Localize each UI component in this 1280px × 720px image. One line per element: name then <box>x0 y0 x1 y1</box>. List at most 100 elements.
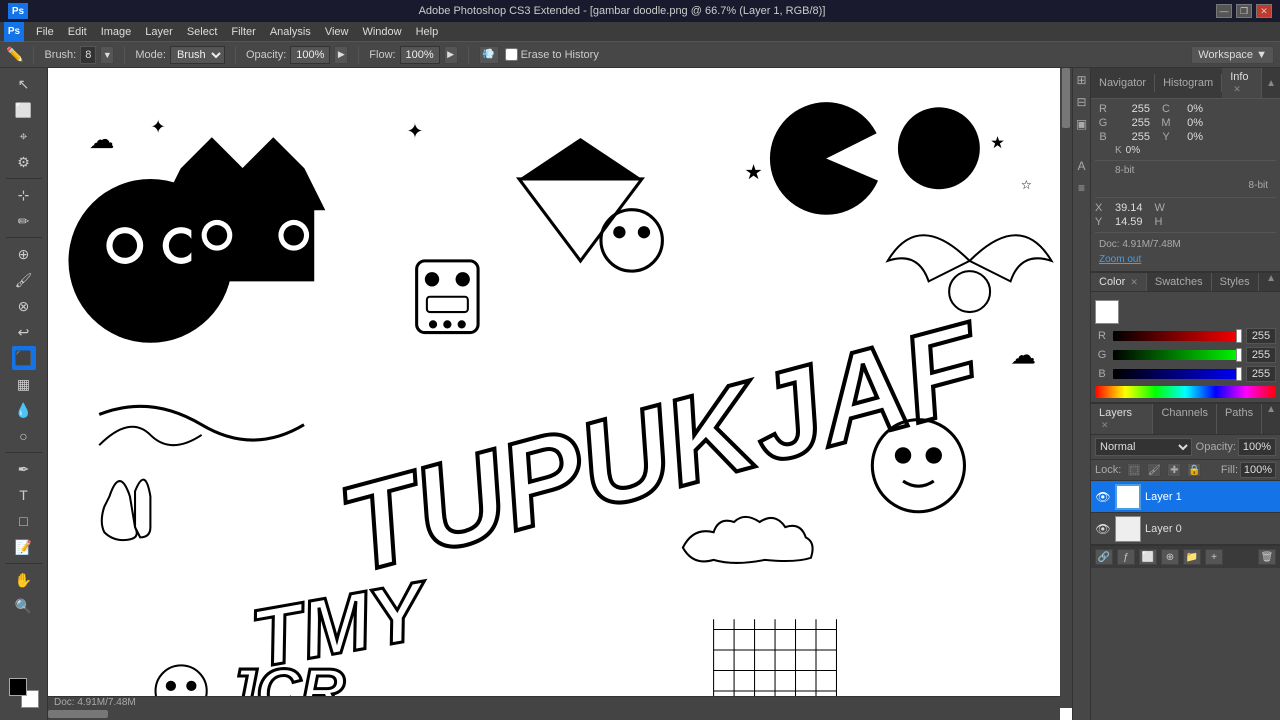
eraser-tool[interactable]: ⬛ <box>12 346 36 370</box>
brush-dropdown-arrow[interactable]: ▼ <box>100 46 114 64</box>
info-tab-close[interactable]: ✕ <box>1233 84 1241 94</box>
layers-panel-collapse[interactable]: ▲ <box>1262 404 1280 434</box>
blur-tool[interactable]: 💧 <box>12 398 36 422</box>
tab-layers[interactable]: Layers ✕ <box>1091 404 1153 434</box>
zoom-tool[interactable]: 🔍 <box>12 594 36 618</box>
maximize-button[interactable]: ❐ <box>1236 4 1252 18</box>
panel-toggle-1[interactable]: ⊞ <box>1074 72 1090 88</box>
clone-stamp-tool[interactable]: ⊗ <box>12 294 36 318</box>
r-slider-value[interactable]: 255 <box>1246 328 1276 344</box>
menu-file[interactable]: File <box>30 24 60 40</box>
shape-tool[interactable]: □ <box>12 509 36 533</box>
menu-select[interactable]: Select <box>181 24 224 40</box>
r-slider-thumb[interactable] <box>1236 329 1242 343</box>
menu-help[interactable]: Help <box>410 24 445 40</box>
tab-navigator[interactable]: Navigator <box>1091 74 1155 92</box>
g-slider-thumb[interactable] <box>1236 348 1242 362</box>
pen-tool[interactable]: ✒ <box>12 457 36 481</box>
tab-histogram[interactable]: Histogram <box>1155 74 1222 92</box>
b-slider-value[interactable]: 255 <box>1246 366 1276 382</box>
panel-toggle-3[interactable]: ▣ <box>1074 116 1090 132</box>
quick-select-tool[interactable]: ⚙ <box>12 150 36 174</box>
lock-move-icon[interactable]: ✚ <box>1167 463 1181 477</box>
tab-channels[interactable]: Channels <box>1153 404 1216 434</box>
workspace-selector[interactable]: Workspace ▼ <box>1191 46 1274 64</box>
opacity-input[interactable]: 100% <box>290 46 330 64</box>
g-slider-label: G <box>1095 349 1109 361</box>
brush-tool[interactable]: 🖌 <box>12 268 36 292</box>
tab-swatches[interactable]: Swatches <box>1147 273 1212 291</box>
layer-1-visibility[interactable]: 👁 <box>1095 489 1111 505</box>
layer-item-0[interactable]: 👁 Layer 0 <box>1091 513 1280 545</box>
nav-panel-collapse[interactable]: ▲ <box>1262 78 1280 89</box>
opacity-arrow[interactable]: ▶ <box>334 46 348 64</box>
healing-brush-tool[interactable]: ⊕ <box>12 242 36 266</box>
menu-analysis[interactable]: Analysis <box>264 24 317 40</box>
tab-paths[interactable]: Paths <box>1217 404 1262 434</box>
tab-color[interactable]: Color ✕ <box>1091 273 1147 291</box>
hand-tool[interactable]: ✋ <box>12 568 36 592</box>
airbrush-icon[interactable]: 💨 <box>479 46 499 64</box>
panel-toggle-2[interactable]: ⊟ <box>1074 94 1090 110</box>
g-slider-bar[interactable] <box>1113 350 1242 360</box>
menu-layer[interactable]: Layer <box>139 24 179 40</box>
layer-adjustment-button[interactable]: ⊕ <box>1161 549 1179 565</box>
menu-image[interactable]: Image <box>95 24 138 40</box>
history-brush-tool[interactable]: ↩ <box>12 320 36 344</box>
text-tool[interactable]: T <box>12 483 36 507</box>
layer-link-button[interactable]: 🔗 <box>1095 549 1113 565</box>
lasso-tool[interactable]: ⌖ <box>12 124 36 148</box>
vertical-scrollbar[interactable] <box>1060 68 1072 708</box>
layer-style-button[interactable]: ƒ <box>1117 549 1135 565</box>
document-info: Doc: 4.91M/7.48M <box>1095 237 1276 252</box>
color-preview-swatch[interactable] <box>1095 300 1119 324</box>
minimize-button[interactable]: — <box>1216 4 1232 18</box>
move-tool[interactable]: ↖ <box>12 72 36 96</box>
color-tab-close[interactable]: ✕ <box>1130 277 1138 287</box>
panel-toggle-5[interactable]: ≡ <box>1074 180 1090 196</box>
lock-paint-icon[interactable]: 🖌 <box>1147 463 1161 477</box>
tab-styles[interactable]: Styles <box>1212 273 1259 291</box>
crop-tool[interactable]: ⊹ <box>12 183 36 207</box>
lock-transparent-icon[interactable]: ⬚ <box>1127 463 1141 477</box>
b-slider-thumb[interactable] <box>1236 367 1242 381</box>
flow-arrow[interactable]: ▶ <box>444 46 458 64</box>
lock-all-icon[interactable]: 🔒 <box>1187 463 1201 477</box>
blend-mode-select[interactable]: Normal <box>1095 438 1192 456</box>
g-slider-value[interactable]: 255 <box>1246 347 1276 363</box>
panel-toggle-4[interactable]: A <box>1074 158 1090 174</box>
marquee-tool[interactable]: ⬜ <box>12 98 36 122</box>
layer-mask-button[interactable]: ⬜ <box>1139 549 1157 565</box>
fill-input[interactable]: 100% <box>1240 462 1276 478</box>
notes-tool[interactable]: 📝 <box>12 535 36 559</box>
color-panel-collapse[interactable]: ▲ <box>1262 273 1280 291</box>
v-scroll-thumb[interactable] <box>1062 68 1070 128</box>
zoom-out-button[interactable]: Zoom out <box>1095 252 1276 267</box>
menu-edit[interactable]: Edit <box>62 24 93 40</box>
close-button[interactable]: ✕ <box>1256 4 1272 18</box>
dodge-tool[interactable]: ○ <box>12 424 36 448</box>
layer-delete-button[interactable]: 🗑 <box>1258 549 1276 565</box>
b-slider-bar[interactable] <box>1113 369 1242 379</box>
layer-group-button[interactable]: 📁 <box>1183 549 1201 565</box>
eyedropper-tool[interactable]: ✏ <box>12 209 36 233</box>
menu-view[interactable]: View <box>319 24 355 40</box>
horizontal-scrollbar[interactable] <box>48 708 1060 720</box>
layer-new-button[interactable]: + <box>1205 549 1223 565</box>
h-scroll-thumb[interactable] <box>48 710 108 718</box>
canvas-area[interactable]: ★ ★ ☆ ★ ☆ ★ ★ ☆ ★ TUPUKJAF TMY JCR <box>48 68 1072 720</box>
menu-filter[interactable]: Filter <box>225 24 261 40</box>
layer-item-1[interactable]: 👁 Layer 1 <box>1091 481 1280 513</box>
r-slider-bar[interactable] <box>1113 331 1242 341</box>
gradient-tool[interactable]: ▦ <box>12 372 36 396</box>
color-spectrum-bar[interactable] <box>1095 386 1276 398</box>
layer-0-visibility[interactable]: 👁 <box>1095 521 1111 537</box>
layers-tab-close[interactable]: ✕ <box>1101 420 1109 430</box>
menu-window[interactable]: Window <box>356 24 407 40</box>
erase-to-history-checkbox[interactable] <box>505 48 518 61</box>
foreground-color-swatch[interactable] <box>9 678 27 696</box>
tab-info[interactable]: Info ✕ <box>1222 68 1262 98</box>
flow-input[interactable]: 100% <box>400 46 440 64</box>
layer-opacity-input[interactable]: 100% <box>1238 438 1276 456</box>
mode-select[interactable]: Brush <box>170 46 225 64</box>
